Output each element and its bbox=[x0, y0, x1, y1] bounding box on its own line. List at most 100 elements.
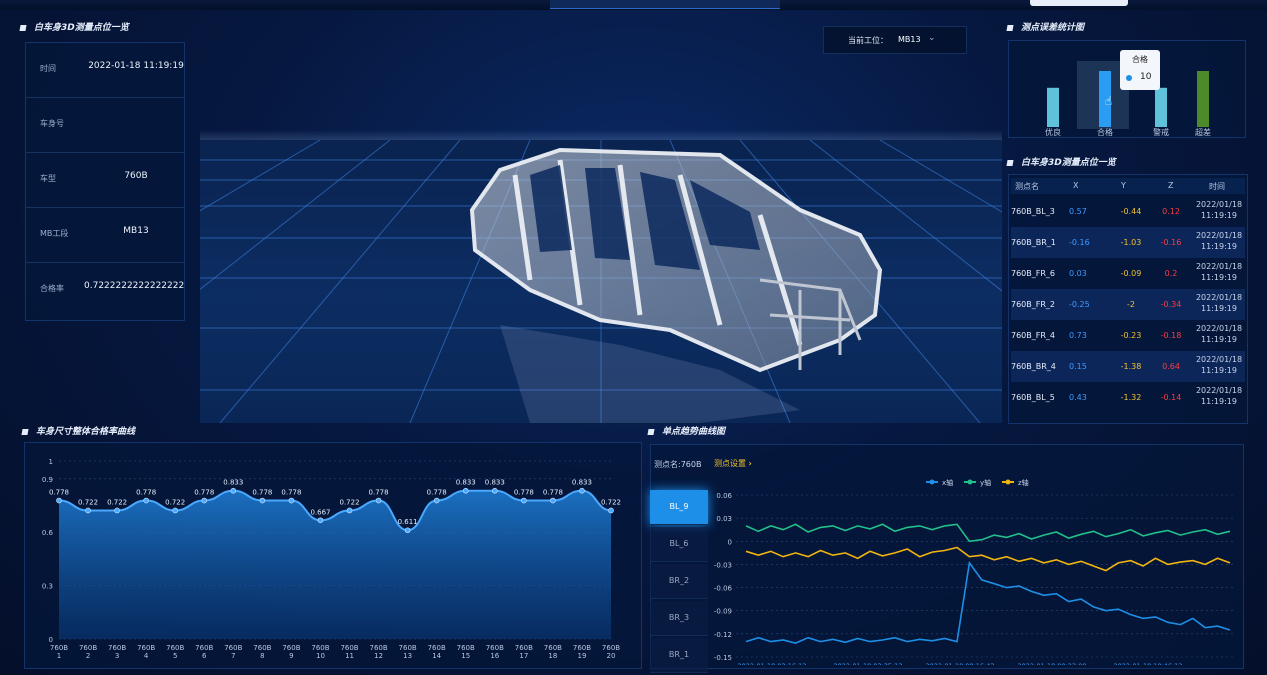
x-tick-label: 760B 13 bbox=[399, 644, 417, 660]
x-tick-label: 760B 2 bbox=[79, 644, 97, 660]
cell-id: 760B_BL_5 bbox=[1011, 393, 1055, 402]
cell-date: 2022/01/18 bbox=[1195, 386, 1243, 395]
trend-title: 单点趋势曲线图 bbox=[647, 424, 725, 437]
x-tick-label: 760B 10 bbox=[311, 644, 329, 660]
cell-x: 0.43 bbox=[1069, 393, 1087, 402]
car-body-3d-view[interactable] bbox=[200, 140, 1002, 423]
data-point[interactable] bbox=[114, 507, 120, 514]
x-tick-label: 760B 6 bbox=[195, 644, 213, 660]
cell-id: 760B_FR_6 bbox=[1011, 269, 1056, 278]
dashboard: 白车身3D测量点位一览 时间 2022-01-18 11:19:19 车身号 车型… bbox=[0, 10, 1267, 675]
data-point[interactable] bbox=[550, 497, 556, 504]
x-tick-label: 760B 15 bbox=[457, 644, 475, 660]
cell-date: 2022/01/18 bbox=[1195, 262, 1243, 271]
data-point[interactable] bbox=[172, 507, 179, 514]
data-point[interactable] bbox=[346, 507, 353, 514]
data-point[interactable] bbox=[579, 487, 585, 494]
legend-label[interactable]: z轴 bbox=[1018, 478, 1029, 487]
cell-time: 2022/01/18 11:19:19 bbox=[1191, 199, 1247, 221]
data-point[interactable] bbox=[317, 517, 324, 524]
table-row[interactable]: 760B_BL_3 0.57 -0.44 0.12 2022/01/18 11:19:19 bbox=[1011, 196, 1245, 227]
tab-br-1[interactable]: BR_1 bbox=[650, 638, 708, 673]
stats-panel-title: 测点误差统计图 bbox=[1006, 20, 1084, 33]
y-tick-label: 0.3 bbox=[42, 583, 53, 591]
info-row-model: 车型 760B bbox=[26, 153, 184, 208]
data-point[interactable] bbox=[404, 527, 411, 534]
cell-time: 2022/01/18 11:19:19 bbox=[1191, 261, 1247, 283]
data-label: 0.778 bbox=[543, 489, 563, 497]
cell-clock: 11:19:19 bbox=[1201, 242, 1237, 251]
x-tick-label: 760B 7 bbox=[224, 644, 242, 660]
legend-label[interactable]: y轴 bbox=[980, 478, 991, 487]
bar-label: 超差 bbox=[1195, 127, 1211, 137]
data-point[interactable] bbox=[259, 497, 266, 504]
data-point[interactable] bbox=[608, 507, 614, 514]
table-row[interactable]: 760B_FR_2 -0.25 -2 -0.34 2022/01/18 11:19:19 bbox=[1011, 289, 1245, 320]
data-point[interactable] bbox=[521, 497, 527, 504]
tab-br-3[interactable]: BR_3 bbox=[650, 601, 708, 636]
data-point[interactable] bbox=[491, 487, 498, 494]
x-tick-label: 760B 16 bbox=[486, 644, 504, 660]
data-point[interactable] bbox=[230, 487, 237, 494]
cell-z: -0.34 bbox=[1160, 300, 1182, 309]
table-row[interactable]: 760B_BR_4 0.15 -1.38 0.64 2022/01/18 11:19:19 bbox=[1011, 351, 1245, 382]
cell-date: 2022/01/18 bbox=[1195, 324, 1243, 333]
bar-1[interactable] bbox=[1047, 87, 1059, 127]
cell-x: 0.15 bbox=[1069, 362, 1087, 371]
trend-chart[interactable]: 0.06 0.03 0 -0.03 -0.06 -0.09 -0.12 -0.15 x轴 y轴 z轴… bbox=[704, 465, 1244, 665]
cell-y: -0.23 bbox=[1120, 331, 1142, 340]
pass-rate-title: 车身尺寸整体合格率曲线 bbox=[21, 424, 135, 437]
chart-tooltip: 合格 10 bbox=[1120, 50, 1160, 90]
data-point[interactable] bbox=[433, 497, 440, 504]
data-label: 0.778 bbox=[194, 489, 214, 497]
table-row[interactable]: 760B_BR_1 -0.16 -1.03 -0.16 2022/01/18 11:19:… bbox=[1011, 227, 1245, 258]
x-tick-label: 760B 17 bbox=[515, 644, 533, 660]
x-tick-label: 2022-01-18 10:46:12 bbox=[1113, 662, 1182, 665]
info-panel-title: 白车身3D测量点位一览 bbox=[19, 20, 129, 33]
y-tick-label: -0.03 bbox=[714, 561, 732, 569]
cell-y: -2 bbox=[1127, 300, 1135, 309]
table-row[interactable]: 760B_FR_4 0.73 -0.23 -0.18 2022/01/18 11:19:1… bbox=[1011, 320, 1245, 351]
series-line-1 bbox=[745, 560, 1231, 644]
cell-date: 2022/01/18 bbox=[1195, 355, 1243, 364]
data-label: 0.778 bbox=[514, 489, 534, 497]
pass-rate-area bbox=[59, 490, 611, 639]
station-selector[interactable]: 当前工位： MB13 ⌄ bbox=[823, 26, 967, 54]
tab-bl-9[interactable]: BL_9 bbox=[650, 490, 708, 525]
table-row[interactable]: 760B_FR_6 0.03 -0.09 0.2 2022/01/18 11:19:19 bbox=[1011, 258, 1245, 289]
pass-rate-chart[interactable]: 1 0.9 0.6 0.3 0 0.778 760B 1 0.722 760B 2 0.722 760B… bbox=[25, 443, 641, 668]
table-row[interactable]: 760B_BL_5 0.43 -1.32 -0.14 2022/01/18 11:19:1… bbox=[1011, 382, 1245, 413]
top-right-button[interactable] bbox=[1030, 0, 1128, 6]
x-tick-label: 2022-01-18 02:16:12 bbox=[737, 662, 806, 665]
tab-bl-6[interactable]: BL_6 bbox=[650, 527, 708, 562]
data-point[interactable] bbox=[375, 497, 382, 504]
data-point[interactable] bbox=[85, 507, 91, 514]
cell-x: -0.25 bbox=[1069, 300, 1090, 309]
tab-br-2[interactable]: BR_2 bbox=[650, 564, 708, 599]
data-label: 0.778 bbox=[427, 489, 447, 497]
bar-4[interactable] bbox=[1197, 71, 1209, 127]
data-label: 0.833 bbox=[485, 479, 505, 487]
x-tick-label: 2022-01-18 03:35:13 bbox=[833, 662, 902, 665]
info-row-pass-rate: 合格率 0.7222222222222222 bbox=[40, 281, 185, 293]
data-point[interactable] bbox=[143, 497, 149, 504]
legend-label[interactable]: x轴 bbox=[942, 478, 953, 487]
x-tick-label: 760B 9 bbox=[282, 644, 300, 660]
cell-date: 2022/01/18 bbox=[1195, 231, 1243, 240]
data-label: 0.778 bbox=[281, 489, 301, 497]
bar-3[interactable] bbox=[1155, 87, 1167, 127]
y-tick-label: -0.06 bbox=[714, 585, 733, 593]
data-point[interactable] bbox=[201, 497, 208, 504]
data-point[interactable] bbox=[462, 487, 469, 494]
cell-x: 0.03 bbox=[1069, 269, 1087, 278]
data-point[interactable] bbox=[56, 497, 62, 504]
cell-clock: 11:19:19 bbox=[1201, 273, 1237, 282]
car-body-model bbox=[200, 140, 1002, 423]
data-point[interactable] bbox=[288, 497, 295, 504]
data-label: 0.778 bbox=[252, 489, 272, 497]
y-tick-label: -0.15 bbox=[714, 654, 732, 662]
cell-date: 2022/01/18 bbox=[1195, 200, 1243, 209]
data-label: 0.833 bbox=[572, 479, 592, 487]
title-marker-icon bbox=[647, 428, 655, 435]
pass-rate-panel: 1 0.9 0.6 0.3 0 0.778 760B 1 0.722 760B 2 0.722 760B… bbox=[24, 442, 642, 669]
